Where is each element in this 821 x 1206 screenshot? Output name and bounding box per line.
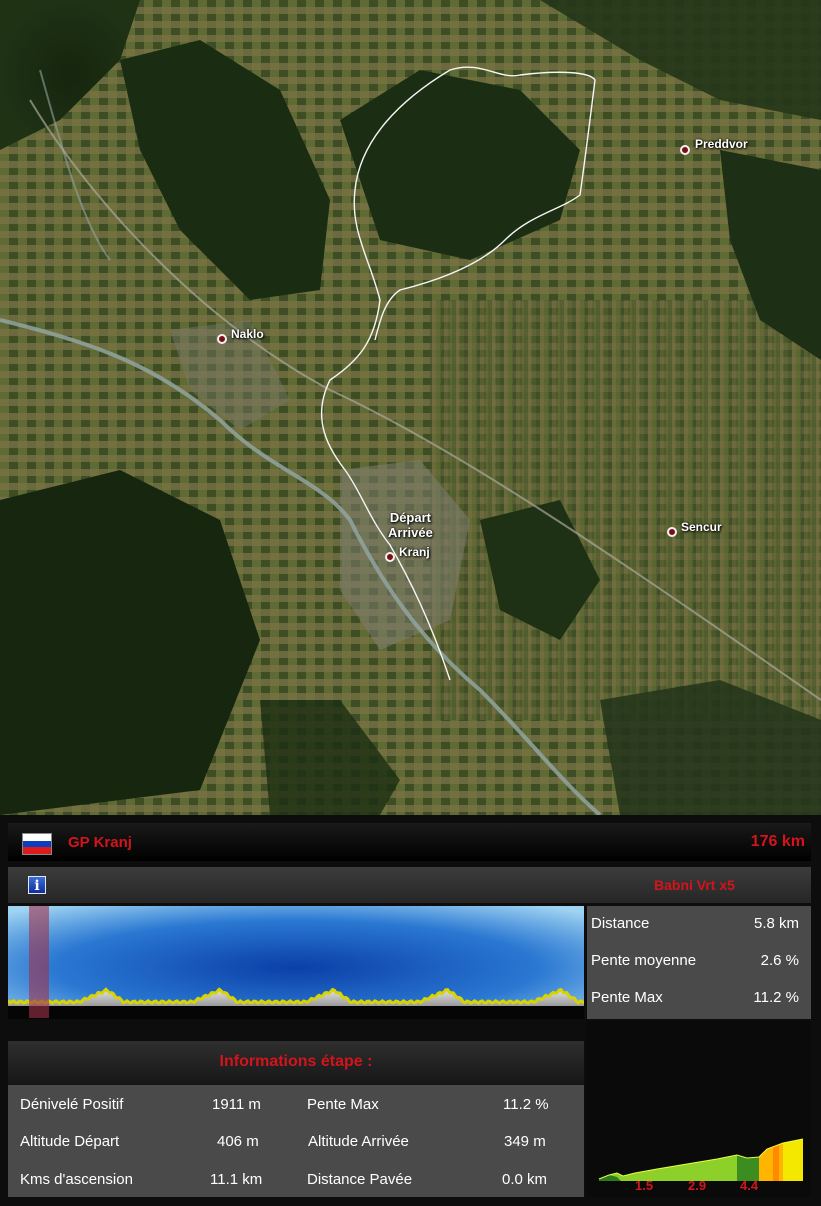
climb-stat-label: Pente Max xyxy=(591,989,663,1006)
place-marker-sencur[interactable] xyxy=(667,527,677,537)
stage-stat-label: Kms d'ascension xyxy=(20,1171,133,1188)
finish-label: Arrivée xyxy=(388,525,433,540)
place-marker-naklo[interactable] xyxy=(217,334,227,344)
climb-stat-value: 5.8 km xyxy=(753,915,799,932)
climb-profile[interactable]: 1.5 2.9 4.4 xyxy=(587,1021,811,1197)
race-title-bar: GP Kranj 176 km xyxy=(8,823,811,861)
start-finish-label: Départ Arrivée xyxy=(388,510,433,540)
info-icon[interactable]: i xyxy=(28,876,46,894)
satellite-map[interactable]: Preddvor Naklo Sencur Départ Arrivée Kra… xyxy=(0,0,821,815)
start-label: Départ xyxy=(389,510,431,525)
race-name: GP Kranj xyxy=(68,834,132,851)
stage-stat-label: Altitude Arrivée xyxy=(308,1133,409,1150)
climb-stat-row: Pente Max 11.2 % xyxy=(587,980,811,1014)
climb-km-tick: 1.5 xyxy=(635,1178,654,1193)
stage-stat-label: Distance Pavée xyxy=(307,1171,413,1188)
climb-stat-value: 2.6 % xyxy=(760,952,799,969)
climb-stat-row: Distance 5.8 km xyxy=(587,906,811,940)
place-label-preddvor: Preddvor xyxy=(695,137,748,151)
stage-stat-label: Dénivelé Positif xyxy=(20,1096,124,1113)
stage-profile-chart xyxy=(6,906,586,1019)
race-distance: 176 km xyxy=(750,833,805,850)
place-marker-kranj[interactable] xyxy=(385,552,395,562)
stage-stats: Dénivelé Positif 1911 m Pente Max 11.2 %… xyxy=(8,1085,584,1197)
stage-stat-label: Pente Max xyxy=(307,1096,379,1113)
climb-stat-label: Pente moyenne xyxy=(591,952,697,969)
climb-stat-row: Pente moyenne 2.6 % xyxy=(587,943,811,977)
climb-profile-chart xyxy=(598,1138,804,1181)
stage-profile[interactable] xyxy=(6,906,586,1019)
stage-stat-value: 406 m xyxy=(217,1133,259,1150)
stage-stat-value: 0.0 km xyxy=(502,1171,548,1188)
climb-bar: i Babni Vrt x5 xyxy=(8,867,811,903)
stage-stat-label: Altitude Départ xyxy=(20,1133,120,1150)
climb-km-tick: 2.9 xyxy=(688,1178,707,1193)
map-terrain xyxy=(0,0,821,815)
climb-stat-label: Distance xyxy=(591,915,650,932)
climb-km-tick: 4.4 xyxy=(740,1178,759,1193)
stage-info-title: Informations étape : xyxy=(219,1053,373,1070)
stage-panel: GP Kranj 176 km i Babni Vrt x5 Distance … xyxy=(0,815,821,1206)
stage-stat-value: 349 m xyxy=(504,1133,546,1150)
place-label-naklo: Naklo xyxy=(231,327,264,341)
slovenia-flag-icon xyxy=(22,833,52,855)
place-marker-preddvor[interactable] xyxy=(680,145,690,155)
stage-info-header: Informations étape : xyxy=(8,1041,584,1085)
place-label-kranj: Kranj xyxy=(399,545,430,559)
flag-stripe xyxy=(23,840,51,848)
flag-stripe xyxy=(23,847,51,854)
climb-highlight xyxy=(29,906,49,1018)
place-label-sencur: Sencur xyxy=(681,520,722,534)
stage-stat-value: 11.2 % xyxy=(503,1096,549,1113)
climb-name: Babni Vrt x5 xyxy=(654,877,735,893)
flag-stripe xyxy=(23,834,51,841)
stage-stat-value: 1911 m xyxy=(212,1096,261,1113)
stage-stat-value: 11.1 km xyxy=(210,1171,263,1188)
climb-stats: Distance 5.8 km Pente moyenne 2.6 % Pent… xyxy=(587,906,811,1019)
climb-stat-value: 11.2 % xyxy=(753,989,799,1006)
